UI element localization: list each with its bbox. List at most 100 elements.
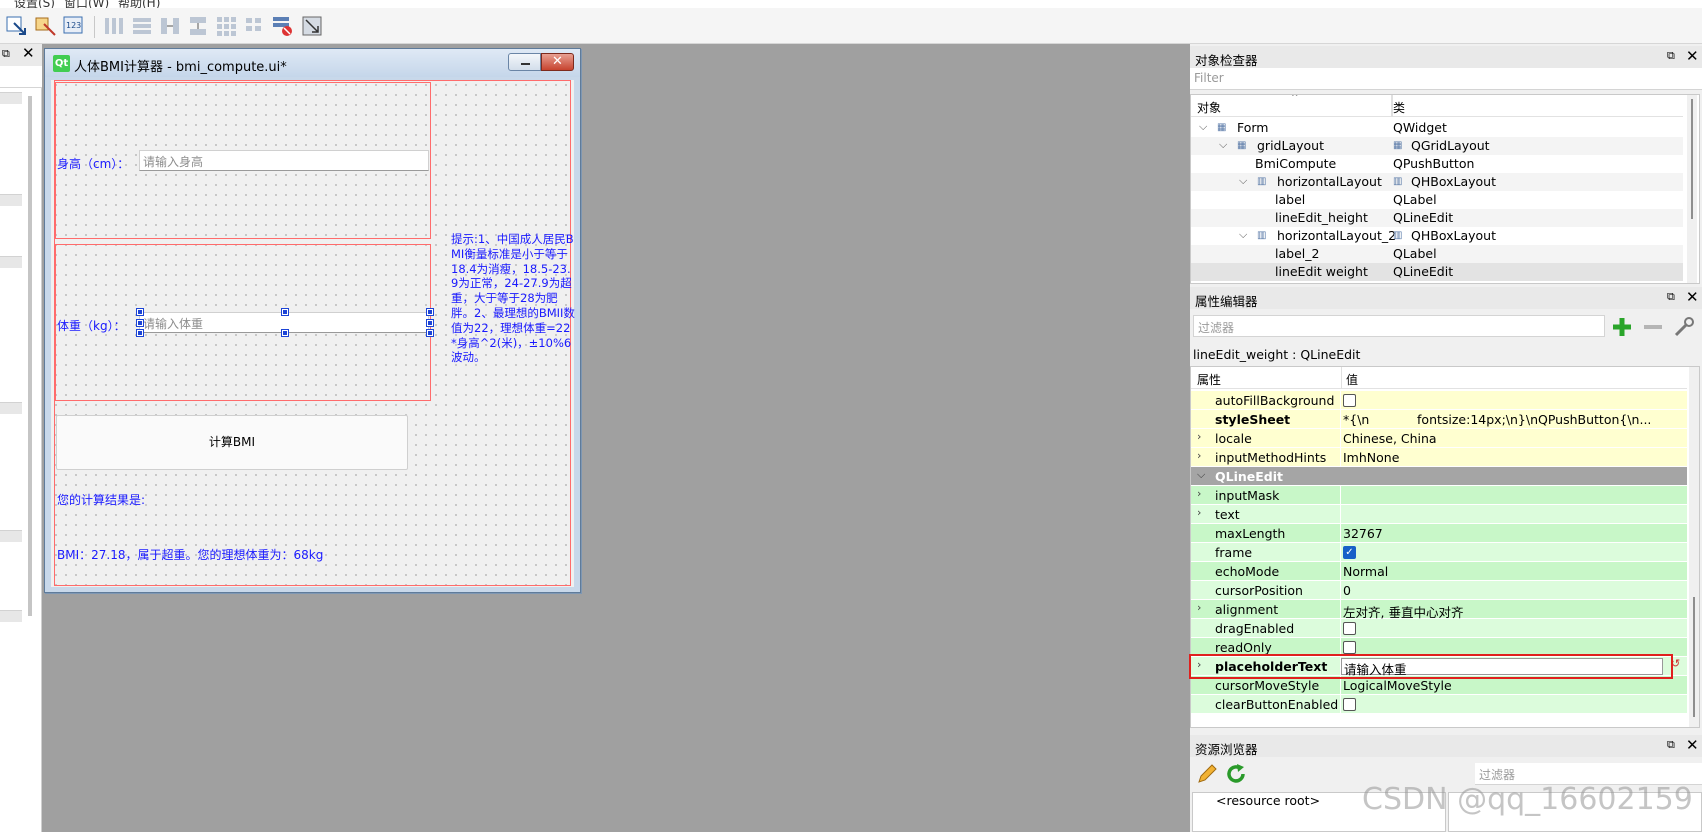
- object-tree-scrollbar[interactable]: [1687, 95, 1697, 283]
- tree-row[interactable]: label_2 QLabel: [1191, 245, 1683, 263]
- chevron-right-icon[interactable]: ›: [1197, 601, 1201, 614]
- object-tree[interactable]: 对象 ^ 类 ⌵ ▦ Form QWidget ⌵ ▦ gridLayout ▦…: [1190, 94, 1700, 284]
- selection-handle[interactable]: [426, 319, 434, 327]
- tree-row[interactable]: lineEdit_height QLineEdit: [1191, 209, 1683, 227]
- value-column-header[interactable]: 值: [1346, 371, 1358, 388]
- chevron-down-icon[interactable]: ⌵: [1239, 228, 1247, 242]
- tree-row[interactable]: ⌵ ▥ horizontalLayout_2 ▥ QHBoxLayout: [1191, 227, 1683, 245]
- prop-row-inputmask[interactable]: › inputMask: [1191, 486, 1687, 505]
- layout-splitter-v-icon[interactable]: [186, 14, 210, 38]
- prop-row-maxlength[interactable]: maxLength 32767: [1191, 524, 1687, 543]
- form-canvas[interactable]: 身高（cm）： 请输入身高 体重（kg）： 请输入体重 提示:1、中国成人居民B…: [51, 80, 575, 587]
- close-icon[interactable]: ✕: [1686, 288, 1699, 306]
- selection-handle[interactable]: [426, 329, 434, 337]
- prop-group-qlineedit[interactable]: ⌵ QLineEdit: [1191, 467, 1687, 486]
- edit-widgets-icon[interactable]: [5, 14, 29, 38]
- form-titlebar[interactable]: Qt 人体BMI计算器 - bmi_compute.ui* ✕: [45, 49, 580, 77]
- configure-wrench-icon[interactable]: [1672, 315, 1698, 339]
- edit-signals-icon[interactable]: [34, 14, 58, 38]
- float-icon[interactable]: ⧉: [1667, 290, 1675, 304]
- selection-handle[interactable]: [136, 308, 144, 316]
- layout-form-icon[interactable]: [242, 14, 266, 38]
- adjust-size-icon[interactable]: [300, 14, 324, 38]
- object-column-header[interactable]: 对象: [1197, 99, 1221, 116]
- menu-item-help[interactable]: 帮助(H): [118, 0, 160, 8]
- prop-row-echomode[interactable]: echoMode Normal: [1191, 562, 1687, 581]
- widget-category-row[interactable]: [0, 610, 22, 622]
- prop-row-locale[interactable]: › locale Chinese, China: [1191, 429, 1687, 448]
- selection-handle[interactable]: [281, 308, 289, 316]
- compute-bmi-button[interactable]: 计算BMI: [56, 415, 408, 470]
- tree-row-selected[interactable]: lineEdit weight QLineEdit: [1191, 263, 1683, 281]
- widget-category-row[interactable]: [0, 530, 22, 542]
- resource-root-item[interactable]: <resource root>: [1216, 793, 1320, 808]
- chevron-right-icon[interactable]: ›: [1197, 487, 1201, 500]
- close-icon[interactable]: ✕: [22, 44, 35, 62]
- prop-row-alignment[interactable]: › alignment 左对齐, 垂直中心对齐: [1191, 600, 1687, 620]
- clearbutton-checkbox[interactable]: [1343, 698, 1356, 711]
- chevron-down-icon[interactable]: ⌵: [1199, 120, 1207, 134]
- minimize-button[interactable]: [508, 53, 541, 71]
- close-icon[interactable]: ✕: [1686, 47, 1699, 65]
- prop-row-frame[interactable]: frame ✓: [1191, 543, 1687, 562]
- prop-row-dragenabled[interactable]: dragEnabled: [1191, 619, 1687, 638]
- tree-row[interactable]: label QLabel: [1191, 191, 1683, 209]
- float-icon[interactable]: ⧉: [1667, 738, 1675, 752]
- class-column-header[interactable]: 类: [1392, 99, 1405, 116]
- menu-item-settings[interactable]: 设置(S): [14, 0, 55, 8]
- widget-category-row[interactable]: [0, 256, 22, 268]
- menu-item-window[interactable]: 窗口(W): [64, 0, 109, 8]
- tree-row[interactable]: ⌵ ▦ Form QWidget: [1191, 119, 1683, 137]
- selection-handle[interactable]: [426, 308, 434, 316]
- form-close-button[interactable]: ✕: [541, 53, 574, 71]
- frame-checkbox-checked[interactable]: ✓: [1343, 546, 1356, 559]
- chevron-down-icon[interactable]: ⌵: [1219, 138, 1227, 152]
- tree-row[interactable]: ⌵ ▥ horizontalLayout ▥ QHBoxLayout: [1191, 173, 1683, 191]
- prop-row-stylesheet[interactable]: styleSheet *{\n fontsize:14px;\n}\nQPush…: [1191, 410, 1687, 429]
- property-column-header[interactable]: 属性: [1197, 371, 1221, 388]
- chevron-right-icon[interactable]: ›: [1197, 449, 1201, 462]
- selection-handle[interactable]: [136, 319, 144, 327]
- reload-icon[interactable]: [1224, 762, 1248, 786]
- float-icon[interactable]: ⧉: [1667, 49, 1675, 63]
- layout-vertical-icon[interactable]: [130, 14, 154, 38]
- widget-box-scrollbar[interactable]: [28, 96, 32, 616]
- tree-row[interactable]: ⌵ ▦ gridLayout ▦ QGridLayout: [1191, 137, 1683, 155]
- object-filter-input[interactable]: Filter: [1190, 68, 1702, 90]
- prop-row-clearbuttonenabled[interactable]: clearButtonEnabled: [1191, 695, 1687, 714]
- chevron-right-icon[interactable]: ›: [1197, 430, 1201, 443]
- layout-splitter-h-icon[interactable]: [158, 14, 182, 38]
- prop-row-cursorposition[interactable]: cursorPosition 0: [1191, 581, 1687, 600]
- prop-row-inputmethodhints[interactable]: › inputMethodHints ImhNone: [1191, 448, 1687, 467]
- form-window[interactable]: Qt 人体BMI计算器 - bmi_compute.ui* ✕ 身高（cm）： …: [44, 48, 581, 593]
- remove-property-icon[interactable]: [1641, 315, 1665, 339]
- tree-row[interactable]: BmiCompute QPushButton: [1191, 155, 1683, 173]
- readonly-checkbox[interactable]: [1343, 641, 1356, 654]
- add-property-icon[interactable]: [1610, 315, 1634, 339]
- dragenabled-checkbox[interactable]: [1343, 622, 1356, 635]
- widget-category-row[interactable]: [0, 92, 22, 104]
- edit-resources-pencil-icon[interactable]: [1195, 762, 1219, 786]
- autofill-checkbox[interactable]: [1343, 394, 1356, 407]
- height-input[interactable]: 请输入身高: [139, 150, 429, 171]
- layout-grid-icon[interactable]: [214, 14, 238, 38]
- widget-box-filter[interactable]: [0, 66, 42, 88]
- prop-row-autofillbackground[interactable]: autoFillBackground: [1191, 391, 1687, 410]
- chevron-down-icon[interactable]: ⌵: [1197, 468, 1205, 482]
- widget-box-dock: ⧉ ✕: [0, 44, 42, 832]
- chevron-right-icon[interactable]: ›: [1197, 506, 1201, 519]
- chevron-down-icon[interactable]: ⌵: [1239, 174, 1247, 188]
- break-layout-icon[interactable]: [270, 14, 294, 38]
- close-icon[interactable]: ✕: [1686, 736, 1699, 754]
- selection-handle[interactable]: [136, 329, 144, 337]
- float-icon[interactable]: ⧉: [2, 47, 10, 61]
- edit-tab-order-icon[interactable]: 123: [62, 14, 86, 38]
- property-table-scrollbar[interactable]: [1689, 367, 1699, 727]
- widget-category-row[interactable]: [0, 402, 22, 414]
- layout-horizontal-icon[interactable]: [102, 14, 126, 38]
- property-editor-title: 属性编辑器: [1195, 294, 1258, 309]
- property-filter-input[interactable]: 过滤器: [1193, 315, 1605, 337]
- prop-row-text[interactable]: › text: [1191, 505, 1687, 524]
- widget-category-row[interactable]: [0, 194, 22, 206]
- selection-handle[interactable]: [281, 329, 289, 337]
